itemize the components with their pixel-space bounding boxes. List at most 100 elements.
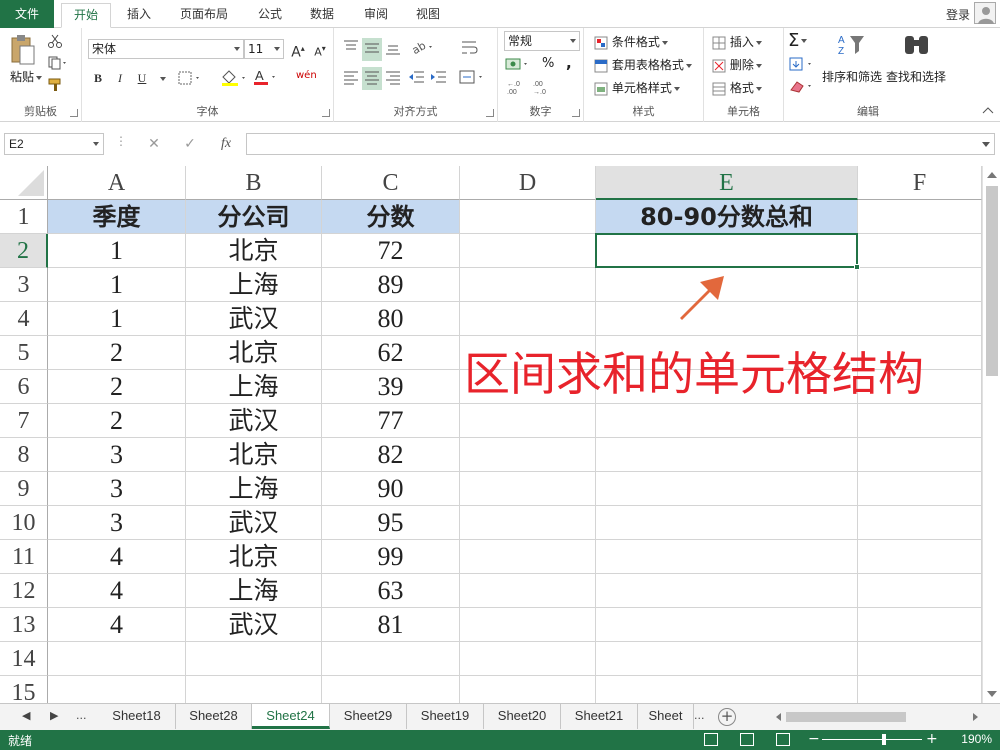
cell-b6[interactable]: 上海 [186, 370, 322, 404]
zoom-slider[interactable] [822, 739, 922, 740]
cell-d11[interactable] [460, 540, 596, 574]
row-header-4[interactable]: 4 [0, 302, 48, 336]
row-header-2[interactable]: 2 [0, 234, 48, 268]
sheet-tab-sheet[interactable]: Sheet [638, 704, 694, 729]
sheet-next-icon[interactable]: ▶ [50, 709, 58, 722]
align-top-icon[interactable] [342, 38, 360, 59]
cell-e13[interactable] [596, 608, 858, 642]
cell-a7[interactable]: 2 [48, 404, 186, 438]
cell-f9[interactable] [858, 472, 982, 506]
cell-f8[interactable] [858, 438, 982, 472]
vertical-scroll-thumb[interactable] [986, 186, 998, 376]
cell-c13[interactable]: 81 [322, 608, 460, 642]
merge-center-icon[interactable] [458, 68, 486, 89]
cell-c6[interactable]: 39 [322, 370, 460, 404]
paste-button[interactable]: 粘贴 [10, 68, 43, 85]
name-box[interactable]: E2 [4, 133, 104, 155]
cell-f7[interactable] [858, 404, 982, 438]
cell-d15[interactable] [460, 676, 596, 703]
cell-a12[interactable]: 4 [48, 574, 186, 608]
align-right-icon[interactable] [384, 68, 402, 89]
sheet-tab-sheet21[interactable]: Sheet21 [561, 704, 638, 729]
row-header-11[interactable]: 11 [0, 540, 48, 574]
cell-c9[interactable]: 90 [322, 472, 460, 506]
scroll-right-icon[interactable] [973, 713, 978, 721]
cell-e9[interactable] [596, 472, 858, 506]
formula-input[interactable] [246, 133, 995, 155]
cell-b14[interactable] [186, 642, 322, 676]
cell-b11[interactable]: 北京 [186, 540, 322, 574]
format-cells-button[interactable]: 格式 [712, 79, 762, 96]
column-header-d[interactable]: D [460, 166, 596, 200]
cell-b3[interactable]: 上海 [186, 268, 322, 302]
cell-b12[interactable]: 上海 [186, 574, 322, 608]
clear-icon[interactable] [788, 78, 818, 97]
find-select-icon[interactable] [902, 32, 932, 63]
sheet-tab-sheet20[interactable]: Sheet20 [484, 704, 561, 729]
tab-file[interactable]: 文件 [0, 0, 54, 28]
cell-a8[interactable]: 3 [48, 438, 186, 472]
cell-a4[interactable]: 1 [48, 302, 186, 336]
row-header-15[interactable]: 15 [0, 676, 48, 703]
cell-a3[interactable]: 1 [48, 268, 186, 302]
currency-icon[interactable] [504, 56, 536, 75]
autosum-button[interactable]: Σ [788, 30, 808, 51]
cell-c15[interactable] [322, 676, 460, 703]
font-size-combo[interactable]: 11 [244, 39, 284, 59]
cell-b4[interactable]: 武汉 [186, 302, 322, 336]
cell-c7[interactable]: 77 [322, 404, 460, 438]
user-avatar-icon[interactable] [974, 2, 996, 24]
cell-b7[interactable]: 武汉 [186, 404, 322, 438]
cell-d12[interactable] [460, 574, 596, 608]
row-header-8[interactable]: 8 [0, 438, 48, 472]
cell-b5[interactable]: 北京 [186, 336, 322, 370]
bold-button[interactable]: B [88, 68, 108, 88]
sheet-tab-sheet19[interactable]: Sheet19 [407, 704, 484, 729]
zoom-level[interactable]: 190% [961, 732, 992, 746]
cell-f14[interactable] [858, 642, 982, 676]
borders-icon[interactable] [178, 71, 202, 88]
row-header-12[interactable]: 12 [0, 574, 48, 608]
row-header-10[interactable]: 10 [0, 506, 48, 540]
cell-d3[interactable] [460, 268, 596, 302]
confirm-entry-icon[interactable]: ✓ [178, 133, 202, 155]
cell-e15[interactable] [596, 676, 858, 703]
cell-a11[interactable]: 4 [48, 540, 186, 574]
cell-c3[interactable]: 89 [322, 268, 460, 302]
grow-font-button[interactable]: A▴ [288, 39, 308, 61]
cell-d10[interactable] [460, 506, 596, 540]
row-header-7[interactable]: 7 [0, 404, 48, 438]
font-name-combo[interactable]: 宋体 [88, 39, 244, 59]
sheet-prev-icon[interactable]: ◀ [22, 709, 30, 722]
decrease-decimal-icon[interactable]: .00 →.0 [532, 78, 554, 99]
cell-e7[interactable] [596, 404, 858, 438]
insert-cells-button[interactable]: 插入 [712, 33, 762, 50]
cell-b2[interactable]: 北京 [186, 234, 322, 268]
cell-e1[interactable]: 80-90分数总和 [596, 200, 858, 234]
cell-f15[interactable] [858, 676, 982, 703]
select-all-corner[interactable] [0, 166, 48, 200]
row-header-1[interactable]: 1 [0, 200, 48, 234]
vertical-scrollbar[interactable] [982, 166, 1000, 703]
column-header-e[interactable]: E [596, 166, 858, 200]
new-sheet-button[interactable]: + [718, 708, 736, 726]
cell-e8[interactable] [596, 438, 858, 472]
tab-home[interactable]: 开始 [61, 3, 111, 28]
cell-f11[interactable] [858, 540, 982, 574]
cell-c4[interactable]: 80 [322, 302, 460, 336]
cell-c12[interactable]: 63 [322, 574, 460, 608]
cell-a5[interactable]: 2 [48, 336, 186, 370]
sort-filter-button[interactable]: 排序和筛选 [822, 68, 882, 85]
increase-indent-icon[interactable] [430, 68, 448, 89]
column-header-f[interactable]: F [858, 166, 982, 200]
sheet-tab-sheet28[interactable]: Sheet28 [176, 704, 252, 729]
align-middle-icon[interactable] [362, 38, 382, 61]
row-header-13[interactable]: 13 [0, 608, 48, 642]
column-header-c[interactable]: C [322, 166, 460, 200]
italic-button[interactable]: I [110, 68, 130, 88]
row-header-6[interactable]: 6 [0, 370, 48, 404]
cell-e14[interactable] [596, 642, 858, 676]
sheet-more-right[interactable]: ... [694, 709, 705, 722]
align-bottom-icon[interactable] [384, 38, 402, 59]
fill-icon[interactable] [788, 56, 818, 75]
